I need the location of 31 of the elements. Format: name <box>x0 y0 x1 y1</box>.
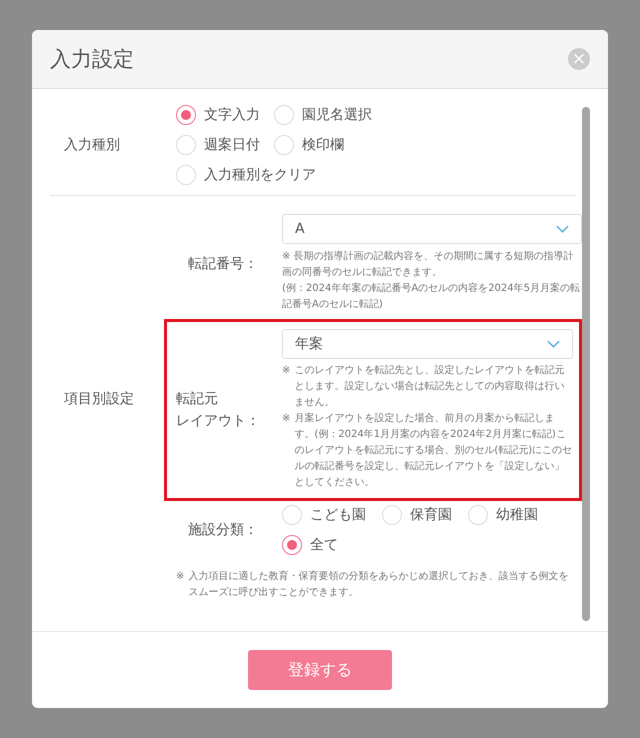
help-text: 月案レイアウトを設定した場合、前月の月案から転記します。(例：2024年1月月案の内容を2024年2月月案に転記)このレイアウトを転記元にする場合、別のセル(転記元)にこのセルの転記番号を設定し、転記元レイアウトを「設定しない」としてください。 <box>294 412 573 490</box>
radio-icon[interactable] <box>176 105 196 125</box>
radio-option[interactable]: 検印欄 <box>274 135 344 155</box>
help-text: 入力項目に適した教育・保育要領の分類をあらかじめ選択しておき、該当する例文をスムーズに呼び出すことができます。 <box>188 570 570 600</box>
radio-option[interactable]: 全て <box>282 535 338 555</box>
radio-option[interactable]: 週案日付 <box>176 135 260 155</box>
chevron-icon <box>556 225 569 233</box>
radio-option[interactable]: 幼稚園 <box>468 505 538 525</box>
radio-option[interactable]: 保育園 <box>382 505 452 525</box>
field-label: 項目別設定 <box>63 390 135 408</box>
help-text: ※ 長期の指導計画の記載内容を、その期間に属する短期の指導計画の同番号のセルに転記できます。 <box>282 250 575 280</box>
radio-option[interactable]: 園児名選択 <box>274 105 372 125</box>
note-mark: ※ <box>282 412 290 426</box>
select-field[interactable]: 年案 <box>282 329 573 359</box>
field-label: 入力種別 <box>63 136 121 154</box>
select-field[interactable]: A <box>282 214 582 244</box>
radio-option[interactable]: こども園 <box>282 505 366 525</box>
field-label: 転記元 <box>176 390 219 409</box>
field-label: 転記番号： <box>187 254 259 274</box>
dialog-title: 入力設定 <box>50 46 134 73</box>
radio-icon[interactable] <box>282 535 302 555</box>
field-label: 施設分類： <box>187 521 259 540</box>
field-label: レイアウト： <box>176 412 261 431</box>
help-text: このレイアウトを転記先とし、設定したレイアウトを転記元とします。設定しない場合は転記先としての内容取得は行いません。 <box>294 364 566 410</box>
note-mark: ※ <box>282 364 290 378</box>
radio-option[interactable]: 文字入力 <box>176 105 260 125</box>
chevron-icon <box>547 340 560 348</box>
scrollbar[interactable] <box>582 107 590 621</box>
note-mark: ※ <box>176 570 184 584</box>
help-text: (例：2024年年案の転記番号Aのセルの内容を2024年5月月案の転記番号Aのセルに転記) <box>282 282 582 312</box>
radio-option[interactable]: 入力種別をクリア <box>176 165 316 185</box>
